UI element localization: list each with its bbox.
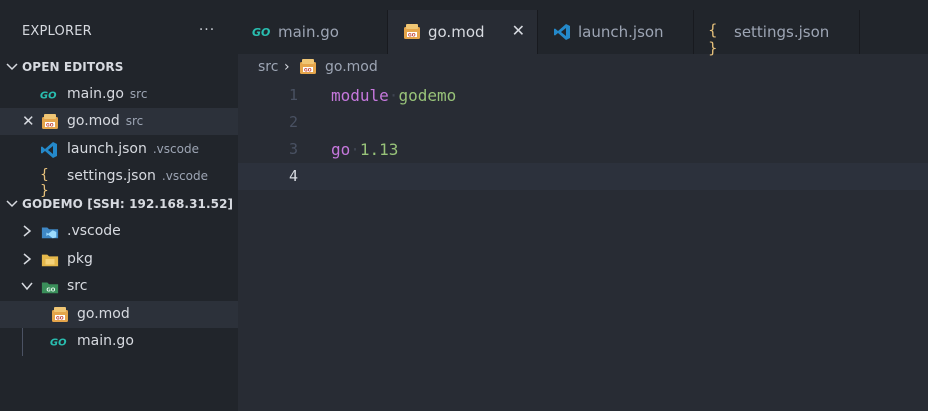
- breadcrumb-folder[interactable]: src: [258, 59, 278, 75]
- svg-text:GO: GO: [40, 91, 57, 102]
- svg-text:GO: GO: [304, 68, 312, 74]
- chevron-right-icon: [23, 225, 32, 237]
- section-label: OPEN EDITORS: [22, 60, 124, 74]
- open-editors-header[interactable]: OPEN EDITORS: [0, 54, 238, 81]
- tree-item-vscode-folder[interactable]: .vscode: [0, 218, 238, 245]
- tree-item-main-go[interactable]: GO main.go: [0, 328, 238, 355]
- svg-text:GO: GO: [408, 33, 416, 39]
- open-editor-label: go.mod src: [67, 113, 144, 129]
- chevron-down-icon: [6, 63, 18, 71]
- open-editor-label: settings.json .vscode: [67, 168, 209, 184]
- tree-item-go-mod[interactable]: GO go.mod: [0, 301, 238, 328]
- explorer-title: EXPLORER: [22, 24, 92, 39]
- line-number: 1: [288, 86, 298, 104]
- go-mod-icon: GO: [300, 59, 316, 74]
- json-braces-icon: { }: [40, 167, 49, 199]
- line-number: 4: [288, 167, 298, 185]
- code-line[interactable]: 2: [238, 109, 928, 136]
- code-line[interactable]: 1 module·godemo: [238, 82, 928, 109]
- tree-item-label: go.mod: [77, 306, 130, 322]
- tree-item-pkg-folder[interactable]: pkg: [0, 246, 238, 273]
- code-token: go: [331, 140, 351, 159]
- go-file-icon: GO: [50, 338, 67, 349]
- close-icon[interactable]: ✕: [512, 21, 525, 41]
- tab-label: launch.json: [578, 23, 664, 41]
- folder-icon: [41, 254, 59, 267]
- code-text: go·1.13: [331, 140, 398, 159]
- tab-launch-json[interactable]: launch.json: [538, 10, 694, 54]
- tree-item-label: src: [67, 278, 88, 294]
- svg-text:GO: GO: [50, 338, 67, 349]
- tab-label: go.mod: [428, 23, 485, 41]
- line-number: 3: [288, 140, 298, 158]
- tab-main-go[interactable]: GO main.go: [238, 10, 388, 54]
- editor-tab-bar: GO main.go GO go.mod ✕ launch.json { } s…: [238, 0, 928, 57]
- open-editor-item-go-mod[interactable]: ✕ GO go.mod src: [0, 108, 238, 135]
- code-token: ·: [350, 140, 360, 159]
- chevron-down-icon: [6, 200, 18, 208]
- svg-text:GO: GO: [56, 316, 64, 322]
- go-folder-icon: GO: [41, 282, 59, 294]
- open-editor-item-settings-json[interactable]: { } settings.json .vscode: [0, 163, 238, 199]
- svg-text:GO: GO: [46, 288, 55, 294]
- tab-label: main.go: [278, 23, 339, 41]
- tree-item-src-folder[interactable]: GO src: [0, 273, 238, 300]
- explorer-header: EXPLORER ···: [0, 0, 238, 54]
- vscode-folder-icon: [41, 227, 59, 239]
- section-label: GODEMO [SSH: 192.168.31.52]: [22, 197, 234, 211]
- open-editor-item-main-go[interactable]: GO main.go src: [0, 81, 238, 108]
- more-actions-button[interactable]: ···: [196, 20, 218, 40]
- tree-item-label: pkg: [67, 251, 93, 267]
- go-file-icon: GO: [252, 26, 270, 39]
- code-editor[interactable]: 1 module·godemo 2 3 go·1.13 4: [238, 82, 928, 411]
- close-icon[interactable]: ✕: [22, 111, 36, 131]
- code-text: module·godemo: [331, 86, 456, 105]
- code-token: module: [331, 86, 389, 105]
- go-file-icon: GO: [40, 91, 57, 102]
- chevron-down-icon: [21, 282, 33, 291]
- chevron-right-icon: [23, 253, 32, 265]
- code-token: godemo: [398, 86, 457, 105]
- code-line[interactable]: 3 go·1.13: [238, 136, 928, 163]
- go-mod-icon: GO: [404, 24, 420, 39]
- go-mod-icon: GO: [52, 307, 68, 322]
- svg-text:GO: GO: [46, 123, 54, 129]
- workspace-header[interactable]: GODEMO [SSH: 192.168.31.52]: [0, 191, 238, 218]
- open-editor-label: launch.json .vscode: [67, 141, 199, 157]
- open-editor-item-launch-json[interactable]: launch.json .vscode: [0, 136, 238, 163]
- tab-go-mod[interactable]: GO go.mod ✕: [388, 10, 538, 54]
- breadcrumb-file[interactable]: go.mod: [325, 59, 378, 75]
- tree-item-label: .vscode: [67, 223, 121, 239]
- go-mod-icon: GO: [42, 114, 58, 129]
- breadcrumb-separator-icon: ›: [284, 59, 290, 75]
- json-braces-icon: { }: [708, 21, 718, 57]
- tab-label: settings.json: [734, 23, 830, 41]
- vscode-icon: [41, 142, 57, 158]
- tree-item-label: main.go: [77, 333, 134, 349]
- code-token: 1.13: [359, 140, 399, 159]
- code-line[interactable]: 4: [238, 163, 928, 190]
- vscode-icon: [554, 24, 570, 40]
- svg-text:GO: GO: [252, 26, 270, 39]
- explorer-sidebar: EXPLORER ··· OPEN EDITORS GO main.go src …: [0, 0, 238, 411]
- code-token: ·: [388, 86, 399, 105]
- open-editor-label: main.go src: [67, 86, 148, 102]
- line-number: 2: [288, 113, 298, 131]
- tab-settings-json[interactable]: { } settings.json: [694, 10, 860, 57]
